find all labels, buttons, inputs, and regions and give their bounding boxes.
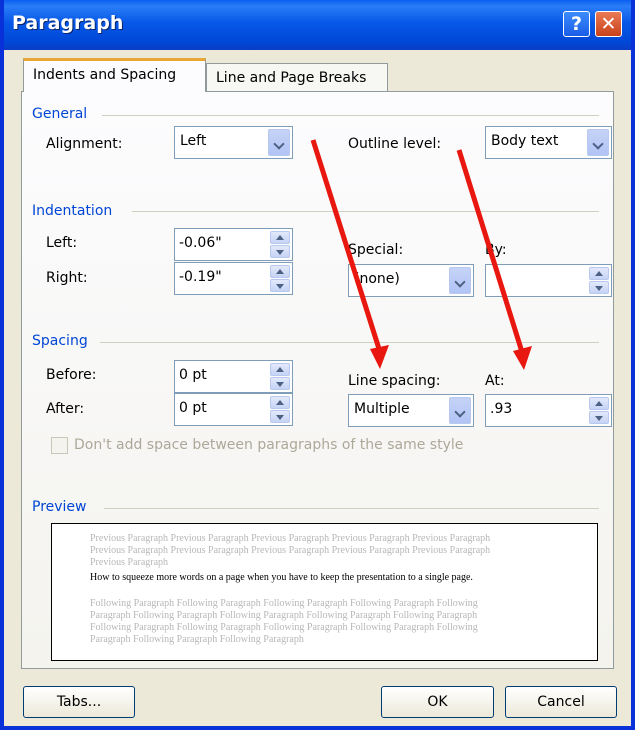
line-spacing-annotation-arrow-head — [370, 345, 389, 369]
line-spacing-annotation-arrow — [310, 139, 383, 353]
at-annotation-arrow — [456, 149, 525, 353]
paragraph-dialog: Paragraph ? ✕ Indents and Spacing Line a… — [0, 0, 635, 730]
annotation-arrows — [310, 139, 532, 370]
at-annotation-arrow-head — [513, 346, 532, 370]
